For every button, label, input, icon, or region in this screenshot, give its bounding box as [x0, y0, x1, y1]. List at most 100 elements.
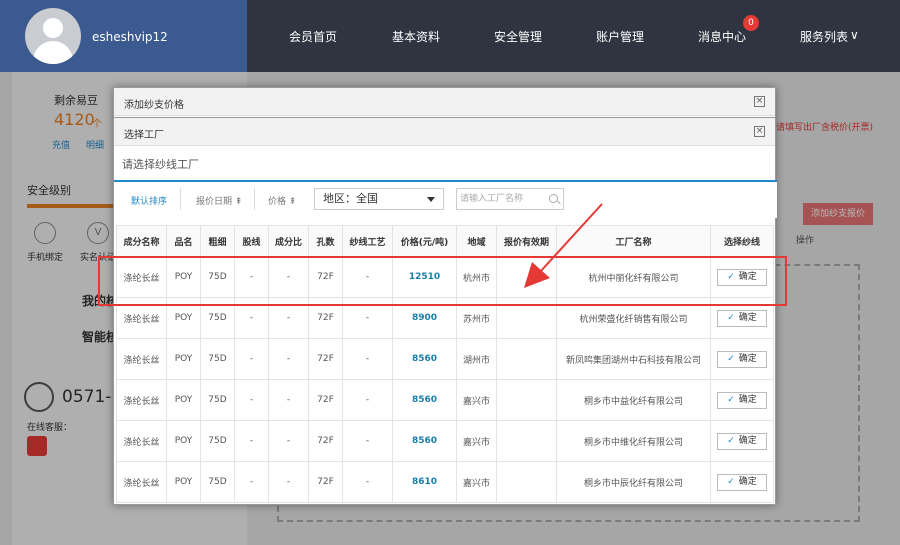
table-cell: POY — [166, 338, 201, 380]
table-cell: - — [342, 461, 393, 503]
table-cell: 75D — [200, 379, 235, 421]
table-cell: 桐乡市中辰化纤有限公司 — [556, 461, 711, 503]
check-icon: ✓ — [727, 353, 735, 364]
col-header: 品名 — [166, 225, 201, 257]
table-cell: - — [268, 461, 309, 503]
table-cell: 桐乡市中益化纤有限公司 — [556, 379, 711, 421]
check-icon: ✓ — [727, 476, 735, 487]
col-header: 成分比 — [268, 225, 309, 257]
table-header-row: 成分名称 品名 粗细 股线 成分比 孔数 纱线工艺 价格(元/吨) 地域 报价有… — [116, 225, 774, 257]
confirm-label: 确定 — [738, 476, 757, 487]
nav-basic-info[interactable]: 基本资料 — [392, 28, 440, 45]
tab-quote-date[interactable]: 报价日期 ⇞ — [196, 194, 242, 207]
table-cell: 8560 — [392, 379, 457, 421]
table-cell: 嘉兴市 — [456, 461, 497, 503]
tab-default-sort[interactable]: 默认排序 — [131, 194, 167, 207]
modal-outer-title: 添加纱支价格 — [124, 100, 184, 111]
table-cell: - — [234, 338, 269, 380]
table-row: 涤纶长丝 POY 75D - -72F -8560 嘉兴市 桐乡市中益化纤有限公司 ✓ 确定 — [116, 379, 774, 421]
confirm-label: 确定 — [738, 394, 757, 405]
table-cell: ✓ 确定 — [710, 379, 774, 421]
check-icon: ✓ — [727, 312, 735, 323]
table-cell: - — [268, 379, 309, 421]
table-cell: 涤纶长丝 — [116, 461, 167, 503]
table-cell: 8560 — [392, 338, 457, 380]
confirm-button[interactable]: ✓ 确定 — [717, 309, 767, 327]
table-cell: POY — [166, 461, 201, 503]
table-cell: 涤纶长丝 — [116, 338, 167, 380]
close-icon[interactable]: × — [754, 96, 765, 107]
nav-messages[interactable]: 消息中心 — [698, 28, 746, 45]
col-header: 选择纱线 — [710, 225, 774, 257]
table-cell: 75D — [200, 461, 235, 503]
table-cell: 75D — [200, 420, 235, 462]
sort-bar: 默认排序 报价日期 ⇞ 价格 ⇞ — [114, 182, 777, 218]
col-header: 价格(元/吨) — [392, 225, 457, 257]
nav-security[interactable]: 安全管理 — [494, 28, 542, 45]
table-cell: 湖州市 — [456, 338, 497, 380]
confirm-label: 确定 — [738, 312, 757, 323]
nav-services[interactable]: 服务列表 — [800, 28, 848, 45]
table-cell: 涤纶长丝 — [116, 379, 167, 421]
pointer-arrow-icon — [524, 203, 603, 288]
check-icon: ✓ — [727, 435, 735, 446]
modal-subtitle: 请选择纱线工厂 — [122, 158, 199, 171]
table-cell: 8560 — [392, 420, 457, 462]
table-cell: 新凤鸣集团湖州中石科技有限公司 — [556, 338, 711, 380]
table-cell: - — [342, 338, 393, 380]
table-cell — [496, 379, 557, 421]
tab-price[interactable]: 价格 ⇞ — [268, 194, 296, 207]
table-cell: 72F — [308, 420, 343, 462]
col-header: 孔数 — [308, 225, 343, 257]
table-row: 涤纶长丝 POY 75D - -72F -8560 嘉兴市 桐乡市中维化纤有限公司 ✓ 确定 — [116, 420, 774, 462]
confirm-button[interactable]: ✓ 确定 — [717, 350, 767, 368]
top-navbar: esheshvip12 会员首页 基本资料 安全管理 账户管理 消息中心 0 服… — [0, 0, 900, 72]
select-factory-modal: 选择工厂 × 请选择纱线工厂 默认排序 报价日期 ⇞ 价格 ⇞ 地区：全国 请输… — [113, 117, 777, 505]
close-icon[interactable]: × — [754, 126, 765, 137]
confirm-label: 确定 — [738, 435, 757, 446]
table-cell: 72F — [308, 461, 343, 503]
col-header: 粗细 — [200, 225, 235, 257]
region-select-value: 地区：全国 — [323, 192, 378, 205]
table-cell: ✓ 确定 — [710, 461, 774, 503]
table-cell — [496, 420, 557, 462]
table-cell: - — [234, 379, 269, 421]
table-cell: 75D — [200, 338, 235, 380]
table-row: 涤纶长丝 POY 75D - -72F -8610 嘉兴市 桐乡市中辰化纤有限公司 ✓ 确定 — [116, 461, 774, 503]
col-header: 地域 — [456, 225, 497, 257]
table-cell: 8610 — [392, 461, 457, 503]
table-cell: 涤纶长丝 — [116, 420, 167, 462]
table-cell — [496, 338, 557, 380]
confirm-button[interactable]: ✓ 确定 — [717, 391, 767, 409]
col-header: 纱线工艺 — [342, 225, 393, 257]
table-row: 涤纶长丝 POY 75D - -72F -8560 湖州市 新凤鸣集团湖州中石科技有限公司 ✓ 确… — [116, 338, 774, 380]
modal-title: 选择工厂 — [124, 130, 164, 141]
col-header: 股线 — [234, 225, 269, 257]
username: esheshvip12 — [92, 30, 168, 44]
col-header: 成分名称 — [116, 225, 167, 257]
table-cell: - — [268, 420, 309, 462]
chevron-down-icon — [427, 197, 435, 202]
avatar[interactable] — [25, 8, 81, 64]
table-cell: 嘉兴市 — [456, 379, 497, 421]
table-cell: 桐乡市中维化纤有限公司 — [556, 420, 711, 462]
table-cell: POY — [166, 420, 201, 462]
confirm-button[interactable]: ✓ 确定 — [717, 473, 767, 491]
confirm-label: 确定 — [738, 353, 757, 364]
table-cell — [496, 461, 557, 503]
region-select[interactable]: 地区：全国 — [314, 188, 444, 210]
table-cell: 72F — [308, 338, 343, 380]
table-cell: ✓ 确定 — [710, 420, 774, 462]
table-cell: - — [268, 338, 309, 380]
nav-member-home[interactable]: 会员首页 — [289, 28, 337, 45]
table-cell: - — [342, 379, 393, 421]
table-cell: - — [342, 420, 393, 462]
check-icon: ✓ — [727, 394, 735, 405]
nav-account[interactable]: 账户管理 — [596, 28, 644, 45]
table-cell: - — [234, 461, 269, 503]
confirm-button[interactable]: ✓ 确定 — [717, 432, 767, 450]
table-cell: 嘉兴市 — [456, 420, 497, 462]
user-block: esheshvip12 — [0, 0, 247, 72]
table-cell: POY — [166, 379, 201, 421]
table-cell: - — [234, 420, 269, 462]
